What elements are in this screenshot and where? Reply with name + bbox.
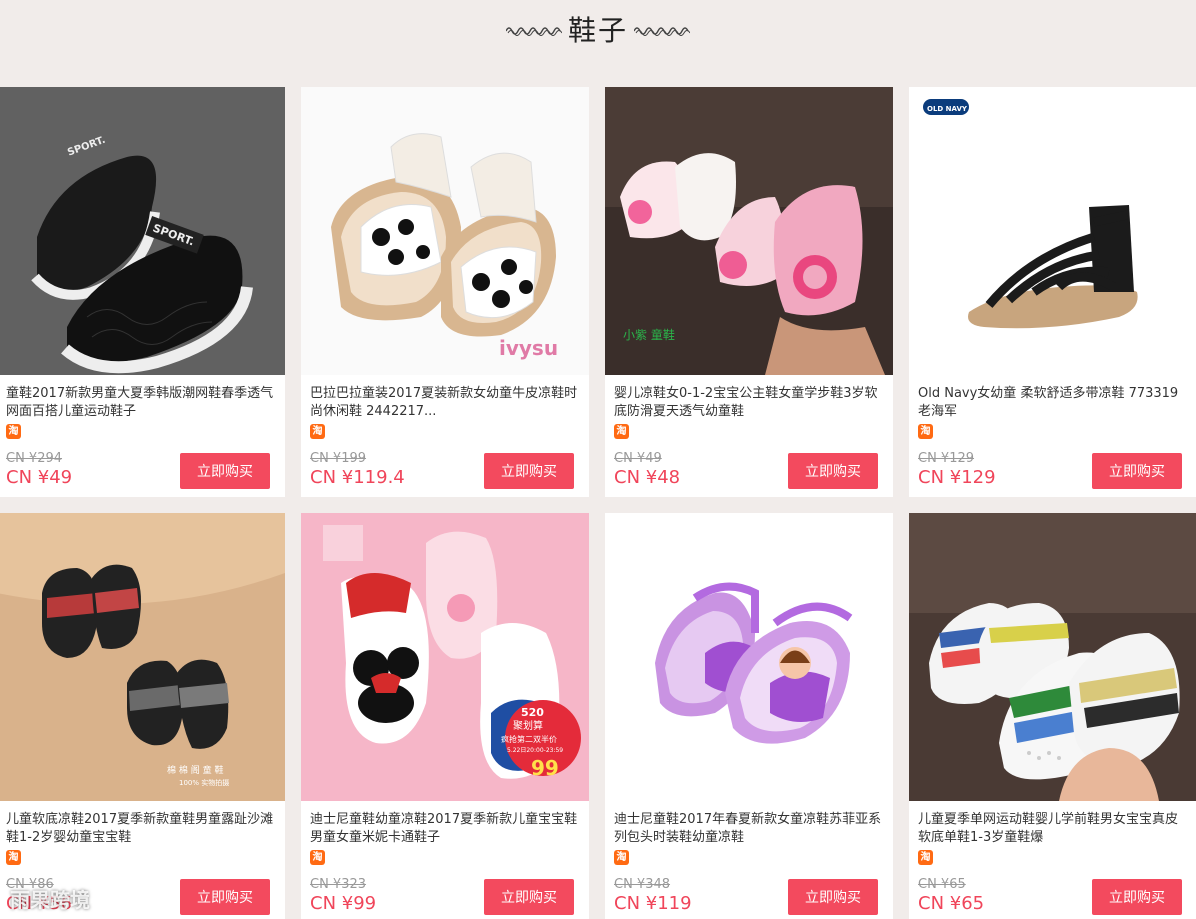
section-header: 鞋子	[0, 0, 1196, 58]
product-card[interactable]: 儿童夏季单网运动鞋婴儿学前鞋男女宝宝真皮软底单鞋1-3岁童鞋爆 淘 CN ¥65…	[909, 513, 1196, 919]
product-title[interactable]: 婴儿凉鞋女0-1-2宝宝公主鞋女童学步鞋3岁软底防滑夏天透气幼童鞋	[614, 385, 886, 421]
product-title[interactable]: 童鞋2017新款男童大夏季韩版潮网鞋春季透气网面百搭儿童运动鞋子	[6, 385, 278, 421]
taobao-icon: 淘	[614, 850, 629, 865]
product-card[interactable]: OLD NAVY Old Navy女幼童 柔软舒适多带凉鞋 773319 老海军…	[909, 87, 1196, 497]
product-title[interactable]: 巴拉巴拉童装2017夏装新款女幼童牛皮凉鞋时尚休闲鞋 2442217...	[310, 385, 582, 421]
original-price: CN ¥129	[918, 451, 975, 466]
product-title[interactable]: Old Navy女幼童 柔软舒适多带凉鞋 773319 老海军	[918, 385, 1190, 421]
original-price: CN ¥294	[6, 451, 63, 466]
buy-now-button[interactable]: 立即购买	[788, 453, 878, 489]
taobao-icon: 淘	[918, 424, 933, 439]
sale-price: CN ¥99	[310, 893, 377, 914]
taobao-icon: 淘	[310, 424, 325, 439]
product-image[interactable]: 棉 棉 阁 童 鞋 100% 实物拍摄	[0, 513, 285, 801]
product-card[interactable]: ivysu 巴拉巴拉童装2017夏装新款女幼童牛皮凉鞋时尚休闲鞋 2442217…	[301, 87, 589, 497]
product-card[interactable]: 棉 棉 阁 童 鞋 100% 实物拍摄 儿童软底凉鞋2017夏季新款童鞋男童露趾…	[0, 513, 285, 919]
old-navy-logo: OLD NAVY	[927, 105, 968, 113]
product-title[interactable]: 迪士尼童鞋幼童凉鞋2017夏季新款儿童宝宝鞋男童女童米妮卡通鞋子	[310, 811, 582, 847]
taobao-icon: 淘	[918, 850, 933, 865]
product-image[interactable]: 小紫 童鞋	[605, 87, 893, 375]
section-title: 鞋子	[567, 14, 628, 47]
sale-badge-520: 520	[521, 706, 544, 719]
sale-price: CN ¥49	[6, 467, 73, 488]
sale-badge-sub: 疯抢第二双半价	[501, 734, 557, 744]
svg-text:棉 棉 阁 童 鞋: 棉 棉 阁 童 鞋	[167, 764, 223, 776]
watermark: 雨果跨境	[10, 888, 90, 912]
product-card[interactable]: 小紫 童鞋 婴儿凉鞋女0-1-2宝宝公主鞋女童学步鞋3岁软底防滑夏天透气幼童鞋 …	[605, 87, 893, 497]
ivysu-logo: ivysu	[499, 336, 558, 360]
product-image[interactable]	[909, 513, 1196, 801]
taobao-icon: 淘	[6, 424, 21, 439]
product-image[interactable]: 520 聚划算 疯抢第二双半价 5.22日20:00-23:59 99	[301, 513, 589, 801]
product-title[interactable]: 儿童软底凉鞋2017夏季新款童鞋男童露趾沙滩鞋1-2岁婴幼童宝宝鞋	[6, 811, 278, 847]
product-image[interactable]: SPORT. SPORT.	[0, 87, 285, 375]
original-price: CN ¥65	[918, 877, 966, 892]
original-price: CN ¥49	[614, 451, 662, 466]
sale-price: CN ¥119.4	[310, 467, 405, 488]
sale-price: CN ¥129	[918, 467, 996, 488]
svg-text:100% 实物拍摄: 100% 实物拍摄	[179, 778, 229, 787]
product-image[interactable]	[605, 513, 893, 801]
product-card[interactable]: 迪士尼童鞋2017年春夏新款女童凉鞋苏菲亚系列包头时装鞋幼童凉鞋 淘 CN ¥3…	[605, 513, 893, 919]
right-wave-ornament	[634, 27, 690, 36]
sale-badge-date: 5.22日20:00-23:59	[507, 747, 563, 754]
buy-now-button[interactable]: 立即购买	[484, 453, 574, 489]
buy-now-button[interactable]: 立即购买	[1092, 453, 1182, 489]
taobao-icon: 淘	[6, 850, 21, 865]
sale-price: CN ¥48	[614, 467, 681, 488]
sale-badge-text: 聚划算	[513, 719, 543, 732]
sale-price: CN ¥65	[918, 893, 985, 914]
product-image[interactable]: ivysu	[301, 87, 589, 375]
original-price: CN ¥323	[310, 877, 367, 892]
taobao-icon: 淘	[310, 850, 325, 865]
svg-text:小紫 童鞋: 小紫 童鞋	[623, 327, 675, 342]
buy-now-button[interactable]: 立即购买	[1092, 879, 1182, 915]
original-price: CN ¥348	[614, 877, 671, 892]
buy-now-button[interactable]: 立即购买	[180, 453, 270, 489]
sale-badge-price: 99	[531, 756, 559, 780]
left-wave-ornament	[505, 27, 562, 36]
product-image[interactable]: OLD NAVY	[909, 87, 1196, 375]
product-title[interactable]: 迪士尼童鞋2017年春夏新款女童凉鞋苏菲亚系列包头时装鞋幼童凉鞋	[614, 811, 886, 847]
original-price: CN ¥199	[310, 451, 367, 466]
sale-price: CN ¥119	[614, 893, 692, 914]
buy-now-button[interactable]: 立即购买	[788, 879, 878, 915]
product-title[interactable]: 儿童夏季单网运动鞋婴儿学前鞋男女宝宝真皮软底单鞋1-3岁童鞋爆	[918, 811, 1190, 847]
buy-now-button[interactable]: 立即购买	[484, 879, 574, 915]
buy-now-button[interactable]: 立即购买	[180, 879, 270, 915]
product-card[interactable]: SPORT. SPORT. 童鞋2017新款男童大夏季韩版潮网鞋春季透气网面百搭…	[0, 87, 285, 497]
product-card[interactable]: 520 聚划算 疯抢第二双半价 5.22日20:00-23:59 99 迪士尼童…	[301, 513, 589, 919]
taobao-icon: 淘	[614, 424, 629, 439]
